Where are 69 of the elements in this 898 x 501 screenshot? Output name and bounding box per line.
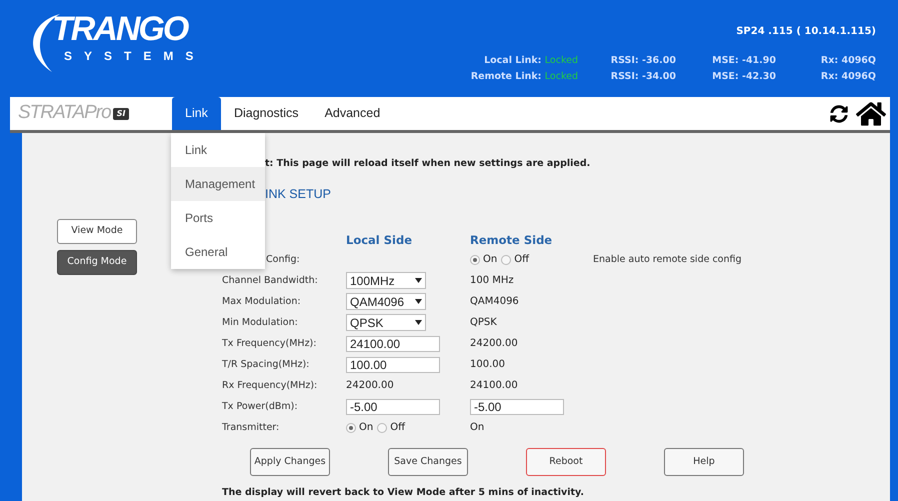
logo-text: TRANGO: [52, 12, 188, 46]
menu-item[interactable]: Link: [171, 133, 265, 167]
select-field[interactable]: 100MHz: [346, 272, 426, 290]
radio-label: On: [483, 253, 498, 268]
footer-text: The display will revert back to View Mode after 5 mins of inactivity.: [222, 486, 585, 500]
action-button[interactable]: Reboot: [526, 448, 606, 476]
rx-reading: Rx: 4096Q: [820, 70, 876, 84]
radio-label: On: [359, 421, 374, 436]
value-text: QAM4096: [470, 295, 519, 310]
notice-text: t: This page will reload itself when new settings are applied.: [265, 157, 592, 171]
rssi-reading: RSSI: -36.00: [610, 54, 676, 68]
column-heading: Remote Side: [470, 232, 554, 249]
rssi-reading: RSSI: -34.00: [610, 70, 676, 84]
dropdown-caret-icon: [415, 278, 422, 284]
note-text: Enable auto remote side config: [593, 252, 742, 267]
link-status: Remote Link: Locked: [470, 70, 578, 84]
menu-item[interactable]: Ports: [171, 201, 265, 235]
value-text: On: [470, 421, 484, 436]
home-icon[interactable]: [856, 100, 886, 128]
radio-label: Off: [514, 253, 529, 268]
radio-button[interactable]: [501, 254, 512, 265]
product-badge: SI: [112, 108, 130, 120]
select-field[interactable]: QPSK: [346, 314, 426, 332]
action-button[interactable]: Help: [664, 448, 744, 476]
value-text: 24200.00: [470, 337, 518, 352]
product-name: STRATAPro: [18, 101, 111, 126]
logo-tagline: SYSTEMS: [64, 50, 206, 62]
value-text: QPSK: [470, 316, 497, 330]
field-label: Tx Frequency(MHz):: [222, 336, 316, 351]
field-label: Channel Bandwidth:: [222, 274, 318, 288]
nav-tab[interactable]: Diagnostics: [220, 97, 312, 130]
menu-item[interactable]: General: [171, 235, 265, 269]
input-field[interactable]: 100.00: [346, 356, 440, 373]
select-field[interactable]: QAM4096: [346, 293, 426, 310]
section-title: INK SETUP: [265, 186, 332, 204]
field-label: Config:: [266, 252, 300, 267]
nav-tab[interactable]: Advanced: [312, 97, 394, 130]
value-text: 24100.00: [470, 379, 518, 394]
action-button[interactable]: Save Changes: [388, 448, 468, 476]
device-id: SP24 .115 ( 10.14.1.115): [736, 25, 876, 39]
mode-button[interactable]: Config Mode: [57, 250, 137, 275]
dropdown-caret-icon: [415, 320, 422, 326]
field-label: Transmitter:: [222, 420, 280, 435]
field-label: Tx Power(dBm):: [222, 400, 298, 414]
mse-reading: MSE: -41.90: [711, 54, 776, 68]
radio-button[interactable]: [470, 254, 480, 265]
radio-button[interactable]: [377, 422, 388, 433]
value-text: 24200.00: [346, 379, 394, 394]
menu-item[interactable]: Management: [171, 167, 265, 201]
rx-reading: Rx: 4096Q: [820, 54, 876, 68]
field-label: Min Modulation:: [222, 316, 298, 330]
radio-label: Off: [390, 421, 405, 436]
value-text: 100 MHz: [470, 274, 514, 288]
link-status: Local Link: Locked: [483, 54, 578, 68]
input-field[interactable]: -5.00: [470, 398, 564, 415]
nav-tab[interactable]: Link: [172, 97, 221, 130]
field-label: T/R Spacing(MHz):: [222, 358, 310, 372]
value-text: 100.00: [470, 358, 505, 372]
dropdown-caret-icon: [415, 299, 422, 304]
field-label: Max Modulation:: [222, 294, 301, 309]
action-button[interactable]: Apply Changes: [250, 448, 330, 476]
field-label: Rx Frequency(MHz):: [222, 378, 318, 393]
input-field[interactable]: -5.00: [346, 398, 440, 415]
refresh-icon[interactable]: [830, 104, 848, 122]
mode-button[interactable]: View Mode: [57, 219, 137, 244]
radio-button[interactable]: [346, 422, 356, 433]
mse-reading: MSE: -42.30: [711, 70, 776, 84]
column-heading: Local Side: [346, 232, 414, 249]
input-field[interactable]: 24100.00: [346, 336, 440, 352]
